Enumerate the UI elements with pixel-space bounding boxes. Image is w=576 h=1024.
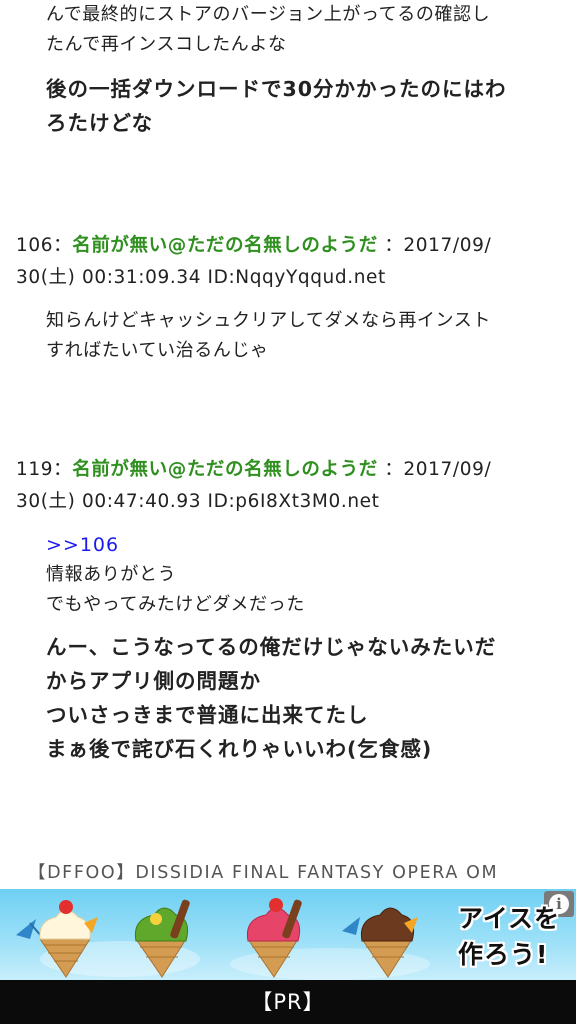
post-number[interactable]: 119 (16, 459, 53, 480)
ad-banner-line: 作ろう! (457, 940, 549, 969)
reply-anchor-link[interactable]: >>106 (46, 530, 566, 560)
post-header-106: 106：名前が無い@ただの名無しのようだ ：2017/09/ 30(土) 00:… (16, 230, 566, 294)
body-line: んで最終的にストアのバージョン上がってるの確認し (46, 4, 491, 25)
post-body-119-emphasis: んー、こうなってるの俺だけじゃないみたいだ からアプリ側の問題か ついさっきまで… (46, 630, 566, 766)
ad-banner[interactable]: i アイスを 作ろう! (0, 889, 576, 980)
separator: ： (53, 459, 73, 480)
post-header-119: 119：名前が無い@ただの名無しのようだ ：2017/09/ 30(土) 00:… (16, 454, 566, 518)
body-line: たんで再インスコしたんよな (46, 34, 287, 55)
separator: ： (53, 235, 73, 256)
body-line: まぁ後で詫び石くれりゃいいわ(乞食感) (46, 737, 433, 761)
post-date: ：2017/09/ (384, 459, 492, 480)
post-body-prev-emphasis: 後の一括ダウンロードで30分かかったのにはわ ろたけどな (46, 72, 566, 140)
body-line: 情報ありがとう (46, 564, 177, 585)
poster-name: 名前が無い@ただの名無しのようだ (72, 459, 378, 480)
body-line: でもやってみたけどダメだった (46, 594, 305, 615)
post-date-id: 30(土) 00:31:09.34 ID:NqqyYqqud.net (16, 267, 386, 288)
poster-name: 名前が無い@ただの名無しのようだ (72, 235, 378, 256)
post-body-119: >>106 情報ありがとう でもやってみたけどダメだった (46, 530, 566, 620)
post-body-106: 知らんけどキャッシュクリアしてダメなら再インスト すればたいてい治るんじゃ (46, 306, 566, 366)
body-line: ついさっきまで普通に出来てたし (46, 703, 369, 727)
post-date: ：2017/09/ (384, 235, 492, 256)
body-line: すればたいてい治るんじゃ (46, 340, 269, 361)
ad-banner-line: アイスを (457, 904, 560, 933)
post-body-prev: んで最終的にストアのバージョン上がってるの確認し たんで再インスコしたんよな (46, 0, 566, 60)
body-line: ろたけどな (46, 111, 154, 135)
pr-label: 【PR】 (0, 980, 576, 1024)
post-number[interactable]: 106 (16, 235, 53, 256)
post-date-id: 30(土) 00:47:40.93 ID:p6I8Xt3M0.net (16, 491, 380, 512)
body-line: んー、こうなってるの俺だけじゃないみたいだ (46, 635, 497, 659)
ad-title-link[interactable]: 【DFFOO】DISSIDIA FINAL FANTASY OPERA OM (0, 858, 576, 888)
body-line: 知らんけどキャッシュクリアしてダメなら再インスト (46, 310, 491, 331)
ad-banner-text: アイスを 作ろう! (458, 901, 560, 973)
body-line: からアプリ側の問題か (46, 669, 261, 693)
body-line: 後の一括ダウンロードで30分かかったのにはわ (46, 77, 507, 101)
